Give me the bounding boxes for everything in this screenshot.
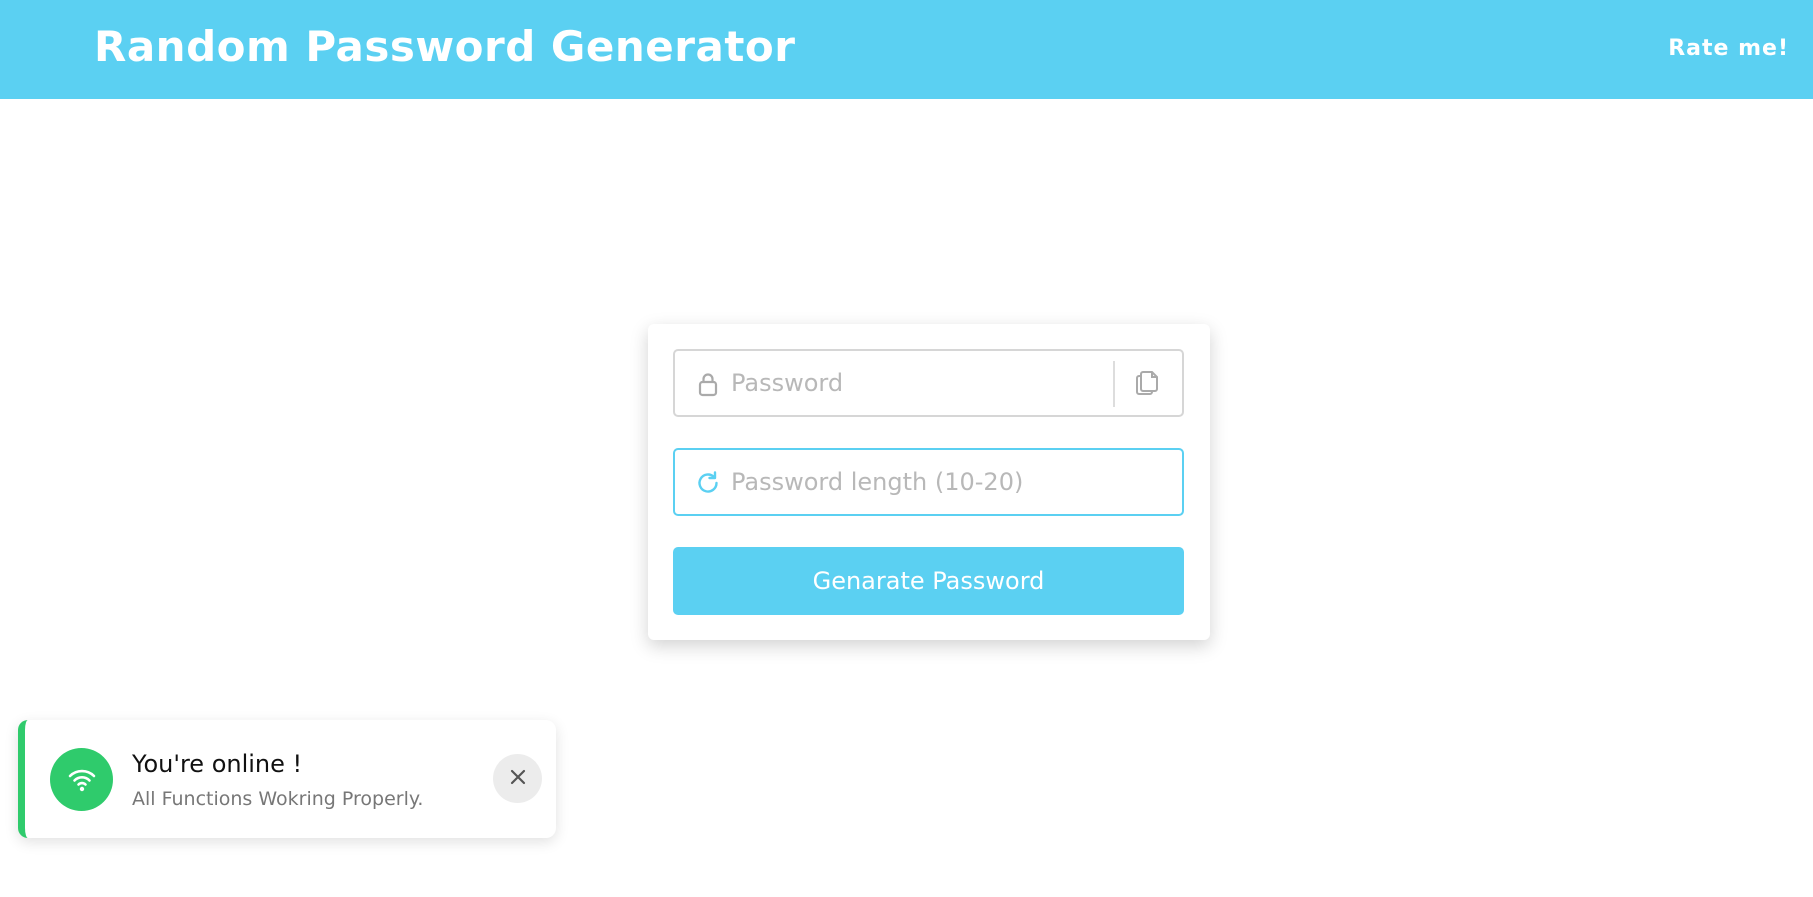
- lock-icon: [695, 371, 721, 397]
- generator-card: Genarate Password: [648, 324, 1210, 640]
- refresh-icon: [695, 470, 721, 496]
- copy-password-button[interactable]: [1130, 367, 1164, 401]
- toast-title: You're online !: [132, 750, 303, 778]
- password-field: [673, 349, 1184, 417]
- toast-message: All Functions Wokring Properly.: [132, 788, 424, 810]
- close-icon: [509, 768, 527, 790]
- copy-icon: [1133, 368, 1161, 400]
- password-length-field: [673, 448, 1184, 516]
- password-output-input[interactable]: [731, 351, 1111, 415]
- app-header: Random Password Generator Rate me!: [0, 0, 1813, 99]
- field-divider: [1113, 361, 1115, 407]
- wifi-icon: [50, 748, 113, 811]
- page-title: Random Password Generator: [94, 22, 796, 71]
- password-length-input[interactable]: [731, 450, 1171, 514]
- rate-me-link[interactable]: Rate me!: [1668, 36, 1789, 61]
- toast-close-button[interactable]: [493, 754, 542, 803]
- generate-password-button[interactable]: Genarate Password: [673, 547, 1184, 615]
- online-toast: You're online ! All Functions Wokring Pr…: [18, 720, 556, 838]
